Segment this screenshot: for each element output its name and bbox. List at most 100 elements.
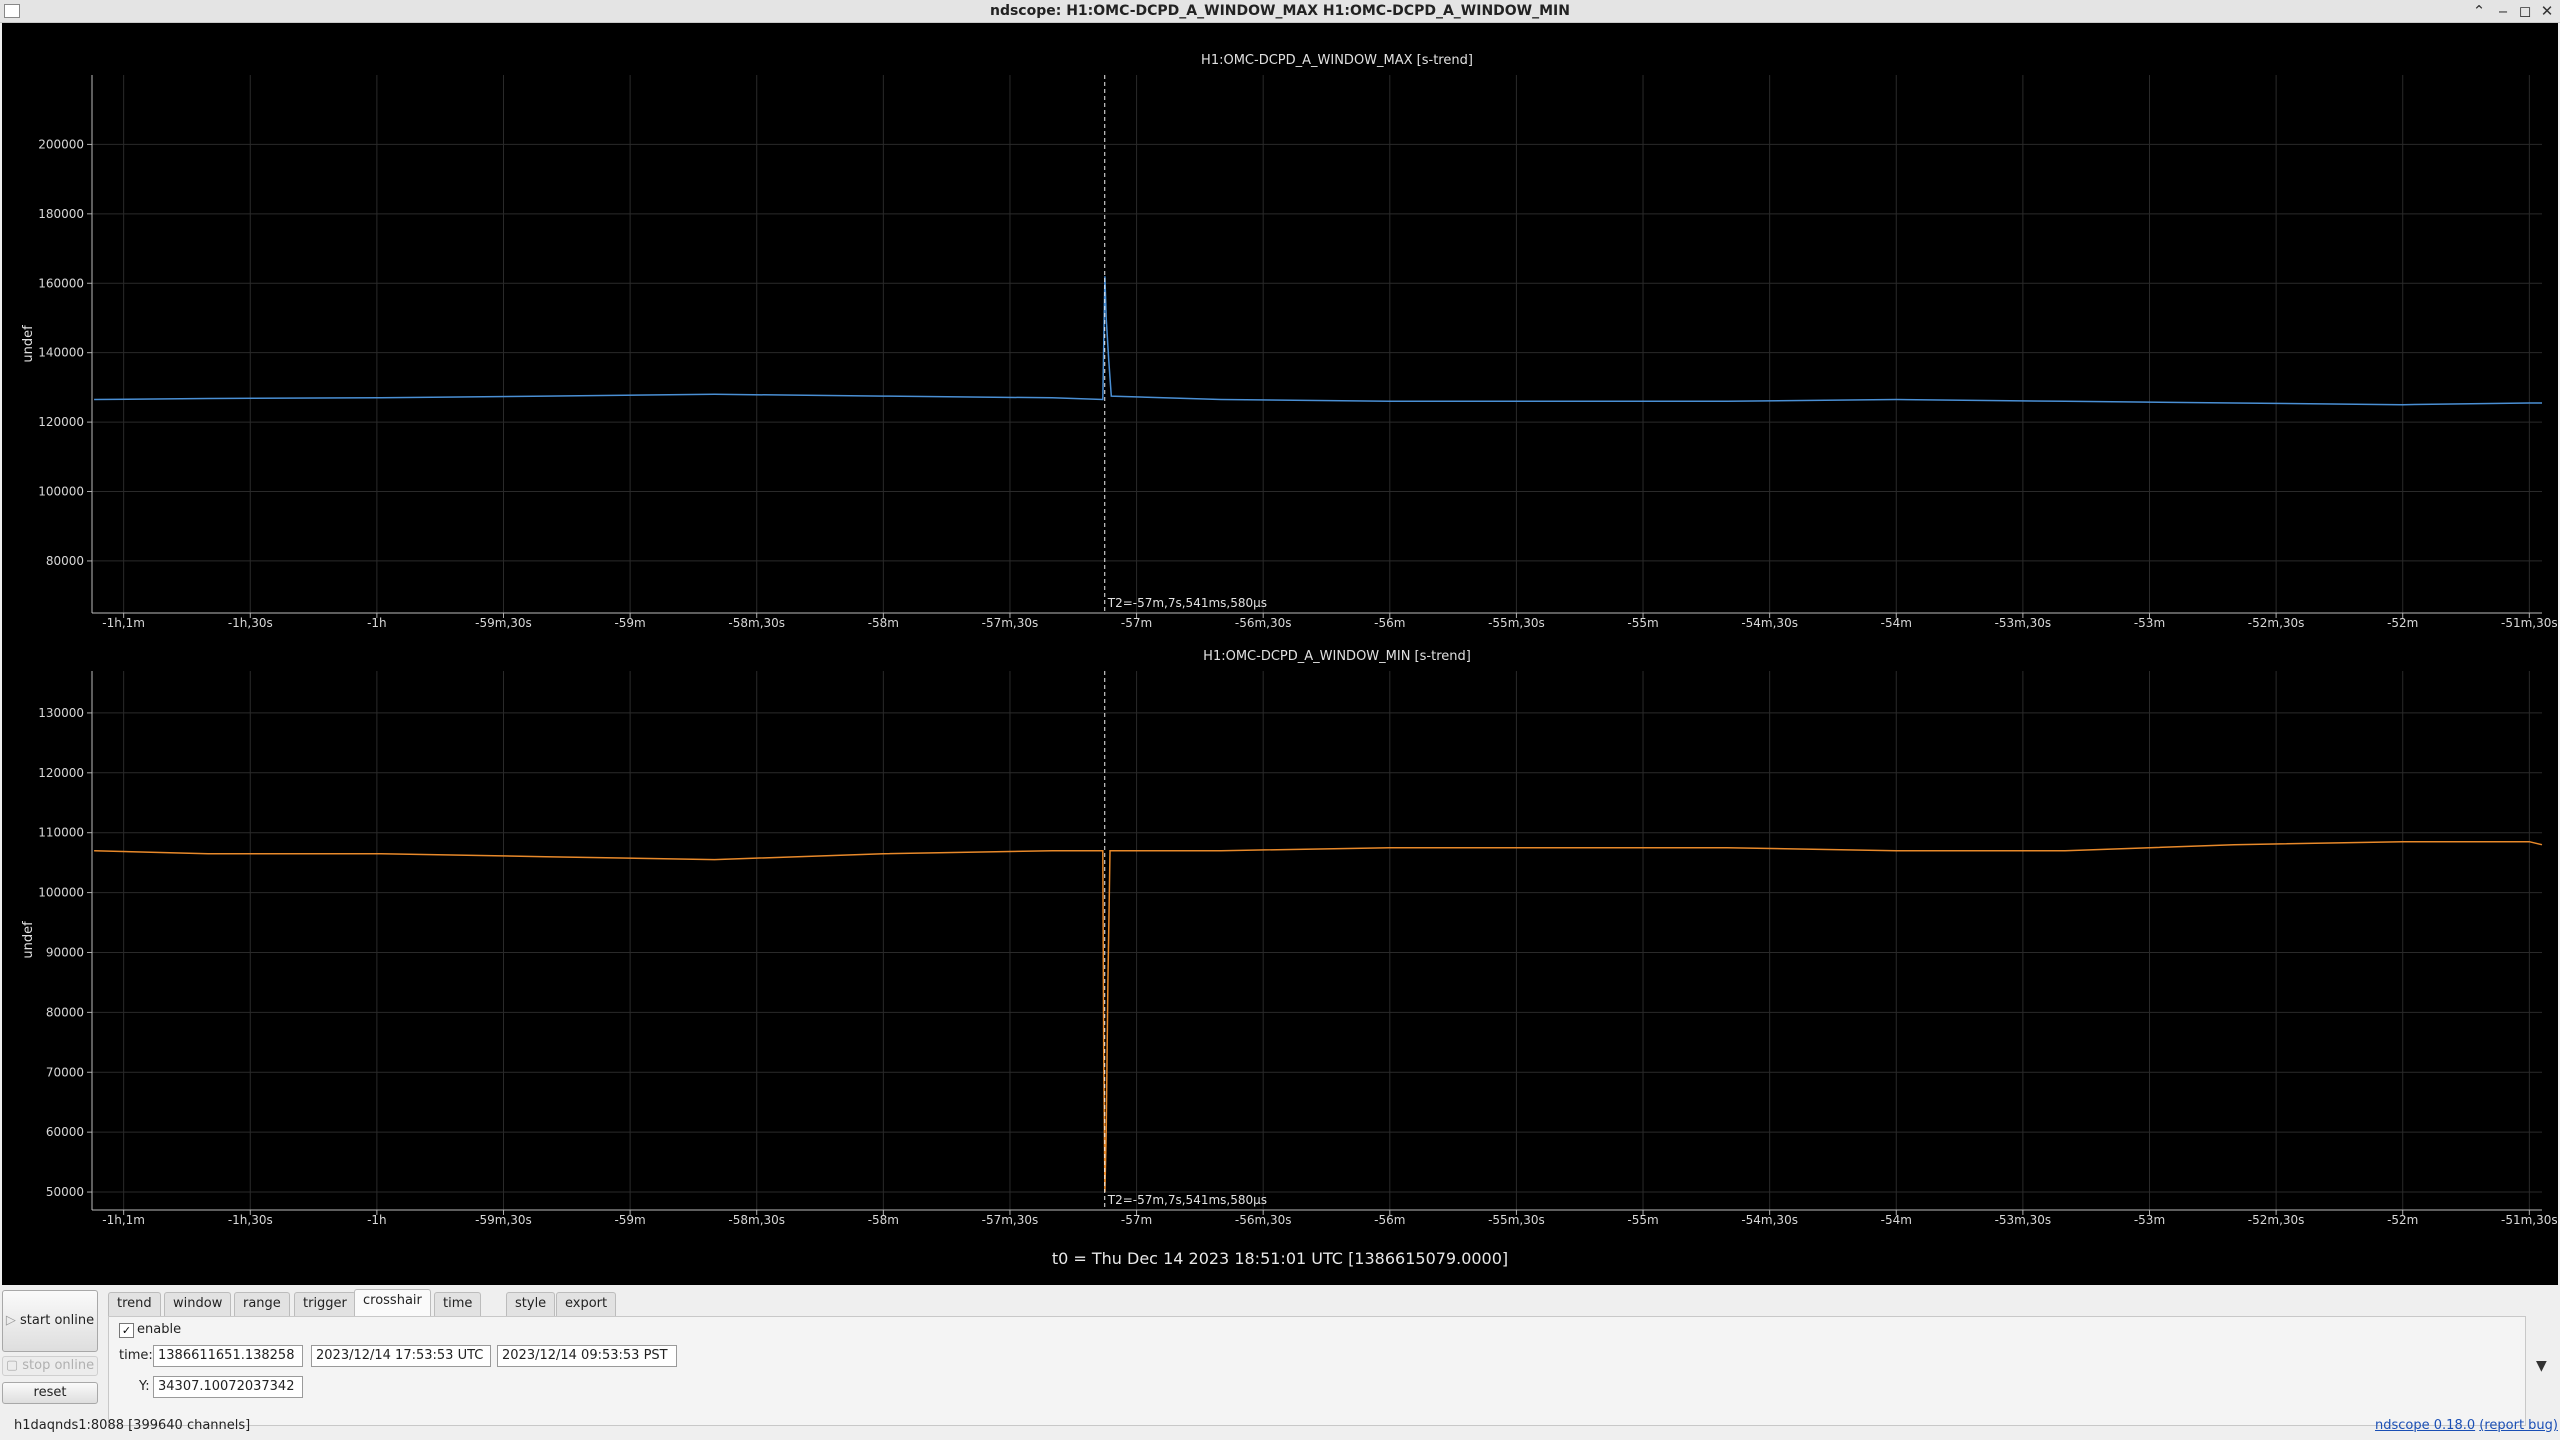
x-tick-label: -54m,30s <box>1741 1213 1798 1227</box>
tab-window[interactable]: window <box>164 1292 232 1316</box>
time-label: time: <box>119 1348 153 1363</box>
plot-min: -1h,1m -1h,30s -1h -59m,30s -59m -58m,30s -58m… <box>21 649 2558 1227</box>
x-tick-label: -53m,30s <box>1995 1213 2052 1227</box>
x-tick-label: -57m <box>1121 616 1152 630</box>
series-line <box>94 276 2542 406</box>
tab-trigger[interactable]: trigger <box>294 1292 356 1316</box>
y-tick-label: 100000 <box>38 485 84 499</box>
x-tick-label: -54m,30s <box>1741 616 1798 630</box>
time-gps-field[interactable]: 1386611651.138258 <box>153 1345 303 1367</box>
minimize-icon[interactable]: ‒ <box>2494 2 2512 20</box>
close-icon[interactable]: ✕ <box>2538 2 2556 20</box>
x-tick-label: -52m <box>2387 1213 2418 1227</box>
tab-export[interactable]: export <box>556 1292 617 1316</box>
plot-area[interactable]: -1h,1m -1h,30s -1h -59m,30s -59m -58m,30s -58m… <box>2 23 2558 1285</box>
y-label: Y: <box>139 1379 150 1394</box>
y-axis-label: undef <box>21 325 36 363</box>
x-tick-label: -58m <box>868 616 899 630</box>
play-icon: ▷ <box>5 1313 21 1328</box>
tab-trend[interactable]: trend <box>108 1292 161 1316</box>
plot-title: H1:OMC-DCPD_A_WINDOW_MAX [s-trend] <box>1201 53 1473 68</box>
y-tick-label: 110000 <box>38 826 84 840</box>
x-tick-label: -58m,30s <box>728 1213 785 1227</box>
x-tick-label: -59m,30s <box>475 616 532 630</box>
x-tick-label: -53m <box>2134 616 2165 630</box>
control-bar: ▷ start online ▢ stop online reset trend… <box>0 1286 2560 1440</box>
plots-canvas[interactable]: -1h,1m -1h,30s -1h -59m,30s -59m -58m,30s -58m… <box>2 23 2558 1285</box>
y-tick-label: 90000 <box>46 945 84 959</box>
y-tick-label: 70000 <box>46 1065 84 1079</box>
version-link[interactable]: ndscope 0.18.0 <box>2375 1418 2475 1433</box>
dropdown-arrow-icon[interactable]: ▼ <box>2536 1358 2547 1374</box>
title-bar: ndscope: H1:OMC-DCPD_A_WINDOW_MAX H1:OMC… <box>0 0 2560 23</box>
x-tick-label: -59m <box>614 616 645 630</box>
enable-label: enable <box>137 1322 182 1337</box>
y-tick-label: 140000 <box>38 346 84 360</box>
series-line <box>94 840 2543 1193</box>
y-tick-label: 180000 <box>38 207 84 221</box>
crosshair-label: T2=-57m,7s,541ms,580μs <box>1107 596 1267 610</box>
time-utc-field[interactable]: 2023/12/14 17:53:53 UTC <box>311 1345 491 1367</box>
y-tick-label: 100000 <box>38 886 84 900</box>
y-tick-label: 200000 <box>38 137 84 151</box>
plot-title: H1:OMC-DCPD_A_WINDOW_MIN [s-trend] <box>1203 649 1471 664</box>
plot-max: -1h,1m -1h,30s -1h -59m,30s -59m -58m,30s -58m… <box>21 53 2558 630</box>
minimize-up-icon[interactable]: ⌃ <box>2470 2 2488 20</box>
x-tick-label: -58m <box>868 1213 899 1227</box>
y-axis-label: undef <box>21 921 36 959</box>
server-status: h1daqnds1:8088 [399640 channels] <box>14 1418 251 1433</box>
report-bug-link[interactable]: (report bug) <box>2479 1418 2558 1433</box>
x-tick-label: -57m <box>1121 1213 1152 1227</box>
x-tick-label: -53m <box>2134 1213 2165 1227</box>
time-pst-field[interactable]: 2023/12/14 09:53:53 PST <box>497 1345 677 1367</box>
x-tick-label: -1h <box>367 1213 387 1227</box>
x-tick-label: -51m,30s <box>2501 1213 2558 1227</box>
stop-online-button[interactable]: ▢ stop online <box>2 1356 98 1376</box>
y-tick-label: 50000 <box>46 1185 84 1199</box>
x-tick-label: -1h,1m <box>102 616 145 630</box>
x-tick-label: -52m <box>2387 616 2418 630</box>
y-tick-label: 160000 <box>38 276 84 290</box>
x-tick-label: -56m,30s <box>1235 1213 1292 1227</box>
x-tick-label: -55m <box>1627 1213 1658 1227</box>
x-tick-label: -59m <box>614 1213 645 1227</box>
tab-crosshair[interactable]: crosshair <box>354 1289 431 1316</box>
t0-label: t0 = Thu Dec 14 2023 18:51:01 UTC [13866… <box>1051 1249 1509 1268</box>
x-tick-label: -55m <box>1627 616 1658 630</box>
x-tick-label: -59m,30s <box>475 1213 532 1227</box>
enable-checkbox[interactable]: ✓ <box>119 1323 134 1338</box>
y-tick-label: 130000 <box>38 706 84 720</box>
y-tick-label: 80000 <box>46 1005 84 1019</box>
tab-style[interactable]: style <box>506 1292 556 1316</box>
x-tick-label: -56m,30s <box>1235 616 1292 630</box>
x-tick-label: -57m,30s <box>982 1213 1039 1227</box>
stop-icon: ▢ <box>5 1358 23 1373</box>
x-tick-label: -53m,30s <box>1995 616 2052 630</box>
x-tick-label: -56m <box>1374 616 1405 630</box>
y-tick-label: 60000 <box>46 1125 84 1139</box>
x-tick-label: -51m,30s <box>2501 616 2558 630</box>
window-title: ndscope: H1:OMC-DCPD_A_WINDOW_MAX H1:OMC… <box>989 3 1570 19</box>
reset-button[interactable]: reset <box>2 1382 98 1404</box>
x-tick-label: -54m <box>1881 1213 1912 1227</box>
x-tick-label: -52m,30s <box>2248 616 2305 630</box>
y-value-field[interactable]: 34307.10072037342 <box>153 1376 303 1398</box>
x-tick-label: -58m,30s <box>728 616 785 630</box>
x-tick-label: -57m,30s <box>982 616 1039 630</box>
y-tick-label: 120000 <box>38 766 84 780</box>
crosshair-panel: ✓ enable time: 1386611651.138258 2023/12… <box>108 1316 2526 1426</box>
x-tick-label: -1h,30s <box>228 616 273 630</box>
x-tick-label: -1h,1m <box>102 1213 145 1227</box>
x-tick-label: -1h <box>367 616 387 630</box>
restore-icon[interactable]: ◻ <box>2516 2 2534 20</box>
y-tick-label: 80000 <box>46 554 84 568</box>
x-tick-label: -1h,30s <box>228 1213 273 1227</box>
tab-time-axis[interactable]: time axis <box>434 1292 482 1333</box>
crosshair-label: T2=-57m,7s,541ms,580μs <box>1107 1193 1267 1207</box>
x-tick-label: -54m <box>1881 616 1912 630</box>
x-tick-label: -52m,30s <box>2248 1213 2305 1227</box>
start-online-button[interactable]: ▷ start online <box>2 1290 98 1352</box>
x-tick-label: -56m <box>1374 1213 1405 1227</box>
tab-range[interactable]: range <box>234 1292 290 1316</box>
version-info: ndscope 0.18.0 (report bug) <box>2375 1418 2558 1433</box>
